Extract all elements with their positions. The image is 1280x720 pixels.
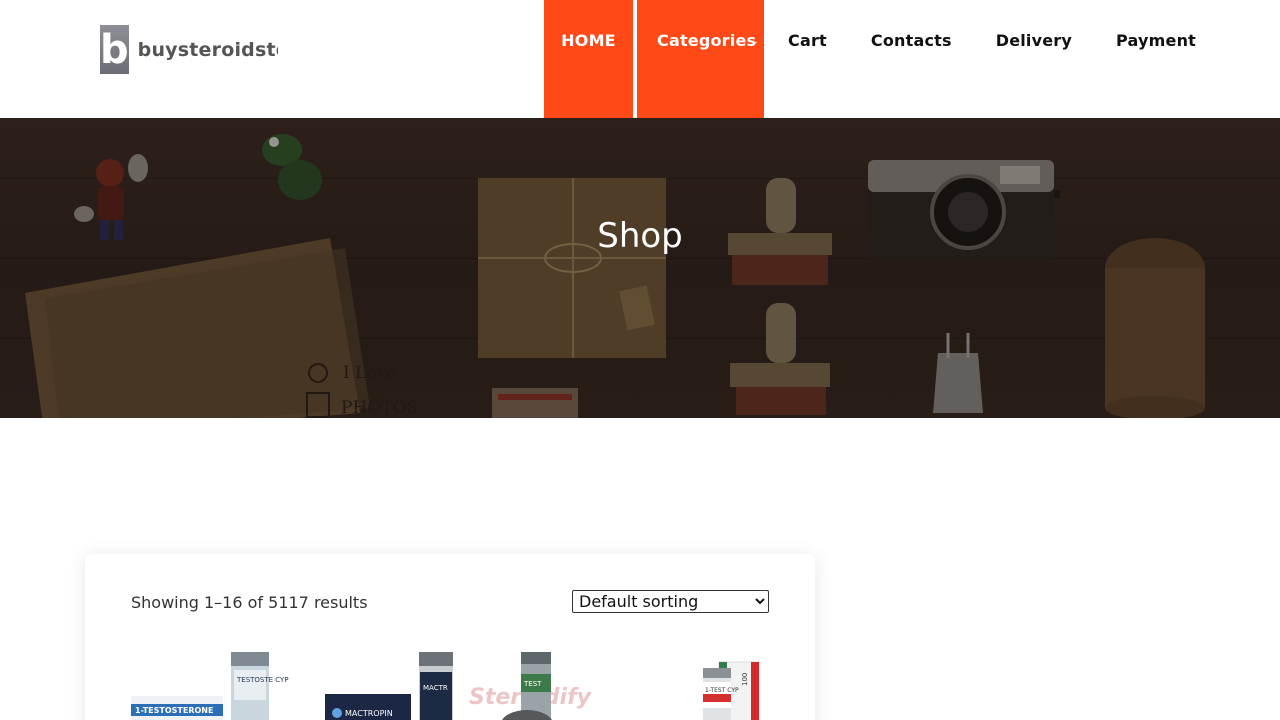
site-header: b buysteroidsto HOME Categories ⌄ Cart C… [0,0,1280,118]
product-label-text: 100 [741,673,749,686]
hero-overlay [0,118,1280,418]
product-image: TESTOSTE CYP 1-TESTOSTERONE [131,652,289,720]
product-label-text: MACTROPIN [345,709,393,718]
nav-home[interactable]: HOME [544,0,633,118]
nav-categories[interactable]: Categories ⌄ [637,0,764,118]
site-logo[interactable]: b buysteroidsto [100,25,278,74]
page-title: Shop [597,216,683,256]
nav-categories-label: Categories [657,31,757,50]
product-card[interactable]: Steroidify TEST [467,652,627,720]
nav-delivery[interactable]: Delivery [996,0,1072,118]
product-image: 1-TEST CYP 100 [703,661,760,720]
chevron-down-icon: ⌄ [751,37,759,47]
sort-select[interactable]: Default sorting [572,590,769,613]
main-nav: HOME Categories ⌄ Cart Contacts Delivery… [544,0,1196,118]
logo-mark: b [100,25,129,74]
logo-text: buysteroidsto [137,38,278,61]
product-label-text: MACTR [423,684,448,692]
product-label-text: 1-TEST CYP [705,687,739,694]
product-card[interactable]: TESTOSTE CYP 1-TESTOSTERONE [131,652,291,720]
shop-card: Showing 1–16 of 5117 results Default sor… [85,554,815,720]
product-card[interactable]: 1-TEST CYP 100 [635,652,795,720]
product-grid: TESTOSTE CYP 1-TESTOSTERONE MACTR MACTRO… [131,652,803,720]
nav-contacts[interactable]: Contacts [871,0,952,118]
product-label-text: TESTOSTE CYP [236,676,289,684]
hero-banner: I Love PHOTOS Shop [0,118,1280,418]
nav-cart[interactable]: Cart [788,0,827,118]
product-label-text: 1-TESTOSTERONE [135,706,213,715]
nav-payment[interactable]: Payment [1116,0,1196,118]
product-card[interactable]: MACTR MACTROPIN [299,652,459,720]
product-image: Steroidify TEST [469,652,593,720]
result-count: Showing 1–16 of 5117 results [131,593,368,612]
product-image: MACTR MACTROPIN [325,652,453,720]
product-label-text: TEST [523,680,542,688]
